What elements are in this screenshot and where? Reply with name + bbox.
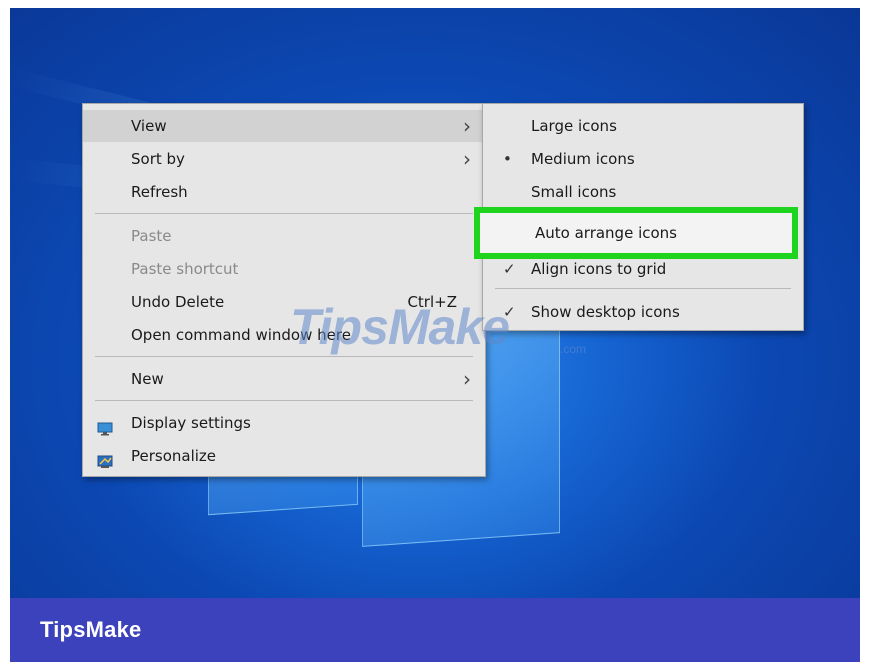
submenu-item-show-desktop-icons[interactable]: ✓ Show desktop icons [483,296,803,328]
menu-item-personalize[interactable]: Personalize [83,440,485,472]
submenu-item-large-icons[interactable]: Large icons [483,110,803,142]
chevron-right-icon: › [463,147,471,171]
submenu-item-auto-arrange-icons[interactable]: Auto arrange icons [474,207,798,259]
bullet-icon: • [503,150,512,168]
chevron-right-icon: › [463,114,471,138]
desktop-context-menu: View › Sort by › Refresh Paste Paste sho… [82,103,486,477]
menu-item-label: Personalize [131,447,217,465]
menu-item-label: Paste shortcut [131,260,239,278]
menu-item-display-settings[interactable]: Display settings [83,407,485,439]
chevron-right-icon: › [463,367,471,391]
menu-item-paste: Paste [83,220,485,252]
submenu-item-label: Large icons [531,117,617,135]
submenu-item-label: Auto arrange icons [535,224,677,242]
personalize-icon [97,448,113,468]
footer-brand: TipsMake [40,617,142,642]
submenu-item-label: Small icons [531,183,617,201]
submenu-item-label: Show desktop icons [531,303,680,321]
footer-banner: TipsMake [10,598,860,662]
menu-separator [95,213,473,214]
menu-item-label: Undo Delete [131,293,225,311]
menu-item-paste-shortcut: Paste shortcut [83,253,485,285]
watermark-suffix: .com [560,342,587,356]
menu-item-label: New [131,370,164,388]
menu-separator [95,356,473,357]
menu-item-label: View [131,117,167,135]
menu-item-view[interactable]: View › [83,110,485,142]
watermark-logo: TipsMake [290,299,510,355]
menu-separator [95,400,473,401]
menu-item-label: Refresh [131,183,188,201]
submenu-item-medium-icons[interactable]: • Medium icons [483,143,803,175]
display-settings-icon [97,415,113,436]
menu-item-sort-by[interactable]: Sort by › [83,143,485,175]
menu-item-label: Display settings [131,414,251,432]
menu-item-refresh[interactable]: Refresh [83,176,485,208]
image-frame: View › Sort by › Refresh Paste Paste sho… [0,0,870,662]
menu-item-label: Sort by [131,150,185,168]
menu-item-label: Paste [131,227,172,245]
submenu-item-small-icons[interactable]: Small icons [483,176,803,208]
submenu-item-label: Medium icons [531,150,635,168]
menu-separator [495,288,791,289]
menu-item-new[interactable]: New › [83,363,485,395]
